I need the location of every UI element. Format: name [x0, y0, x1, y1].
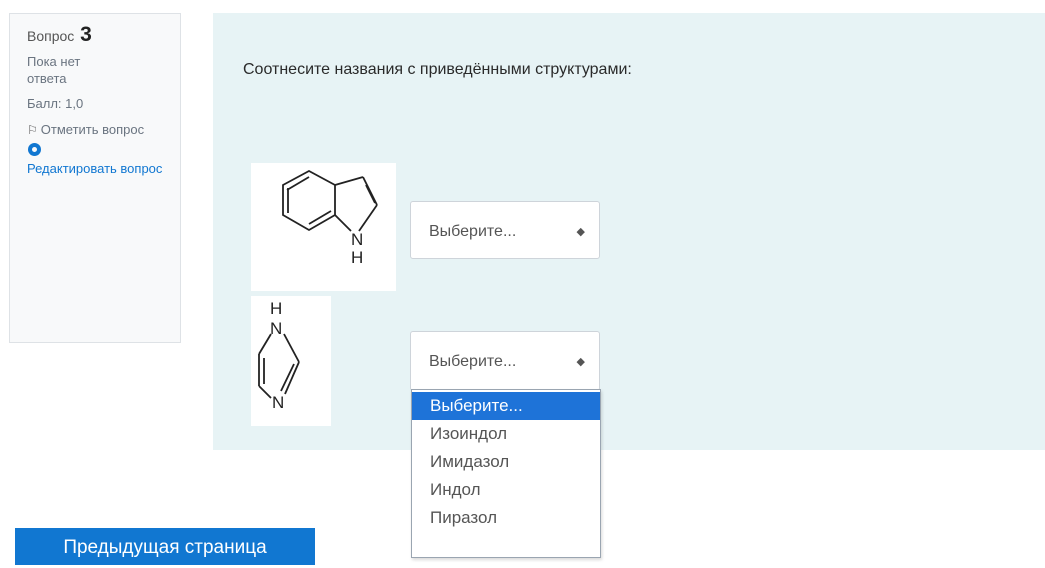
question-state: Пока нет ответа	[27, 54, 81, 86]
dropdown-option[interactable]: Изоиндол	[412, 420, 600, 448]
indole-structure-drawing: N H	[282, 169, 378, 267]
sort-arrow-icon: ◆	[576, 356, 585, 368]
dropdown-option[interactable]: Пиразол	[412, 504, 600, 532]
edit-question-link[interactable]: Редактировать вопрос	[27, 160, 166, 177]
question-number: Вопрос 3	[27, 23, 166, 47]
previous-page-button[interactable]: Предыдущая страница	[15, 528, 315, 565]
gear-icon[interactable]	[28, 143, 41, 156]
flag-label: Отметить вопрос	[40, 122, 145, 137]
imidazole-structure-drawing: H N N	[258, 299, 300, 412]
question-text: Соотнесите названия с приведёнными струк…	[243, 61, 632, 78]
question-grade: Балл: 1,0	[27, 96, 84, 111]
dropdown-option[interactable]: Индол	[412, 476, 600, 504]
dropdown-option[interactable]: Имидазол	[412, 448, 600, 476]
imidazole-h-label: H	[270, 299, 282, 318]
flag-question-link[interactable]: ⚐ Отметить вопрос	[27, 121, 166, 139]
question-number-value: 3	[80, 23, 92, 46]
indole-n-label: N	[351, 230, 363, 249]
answer-dropdown-list[interactable]: Выберите... Изоиндол Имидазол Индол Пира…	[411, 389, 601, 558]
answer-select-2[interactable]: Выберите... ◆	[410, 331, 600, 391]
answer-select-1[interactable]: Выберите... ◆	[410, 201, 600, 259]
imidazole-n-bottom-label: N	[272, 393, 284, 412]
answer-select-1-value: Выберите...	[429, 223, 517, 240]
flag-icon: ⚐	[27, 123, 38, 137]
question-content: Соотнесите названия с приведёнными струк…	[213, 13, 1045, 450]
imidazole-structure: H N N	[251, 296, 331, 426]
question-info-panel: Вопрос 3 Пока нет ответа Балл: 1,0 ⚐ Отме…	[9, 13, 181, 343]
sort-arrow-icon: ◆	[576, 226, 585, 238]
question-label: Вопрос	[27, 28, 75, 44]
dropdown-option[interactable]: Выберите...	[412, 392, 600, 420]
indole-structure: N H	[251, 163, 396, 291]
imidazole-n-top-label: N	[270, 319, 282, 338]
answer-select-2-value: Выберите...	[429, 353, 517, 370]
indole-h-label: H	[351, 248, 363, 267]
